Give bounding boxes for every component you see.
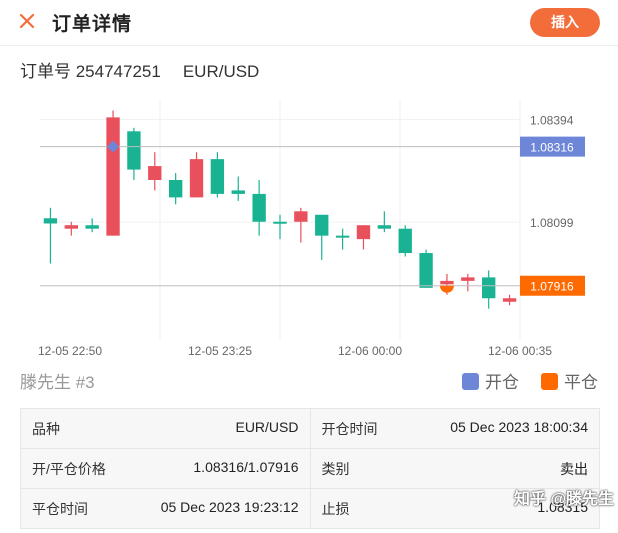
order-symbol: EUR/USD <box>182 62 260 81</box>
candle-body <box>189 159 204 198</box>
detail-value: EUR/USD <box>235 418 299 435</box>
candle-body <box>64 225 78 229</box>
candle-body <box>335 235 350 238</box>
candle-body <box>273 221 287 224</box>
watermark: 知乎 @滕先生 <box>514 491 615 508</box>
candle-body <box>168 180 183 198</box>
candle-body <box>231 190 245 194</box>
close-price-label: 1.07916 <box>530 280 574 294</box>
table-row: 开/平仓价格 1.08316/1.07916 类别 卖出 <box>20 448 600 489</box>
detail-cell: 开仓时间 05 Dec 2023 18:00:34 <box>309 408 600 449</box>
detail-cell: 开/平仓价格 1.08316/1.07916 <box>20 448 311 489</box>
page-title: 订单详情 <box>52 14 133 35</box>
legend-close-label: 平仓 <box>564 373 598 392</box>
x-tick-label: 12-06 00:35 <box>488 344 552 358</box>
close-icon[interactable] <box>14 8 40 34</box>
detail-value: 05 Dec 2023 18:00:34 <box>450 418 588 435</box>
candle-body <box>106 117 120 236</box>
candle-body <box>377 225 392 229</box>
candle-body <box>502 298 517 302</box>
header-bar: 订单详情 插入 <box>0 0 618 46</box>
detail-cell: 平仓时间 05 Dec 2023 19:23:12 <box>20 488 311 529</box>
legend-row: 滕先生 #3 开仓 平仓 <box>0 366 618 392</box>
x-tick-label: 12-06 00:00 <box>338 344 402 358</box>
candle-body <box>419 253 433 288</box>
open-price-label: 1.08316 <box>530 141 574 155</box>
candle-body <box>43 218 58 224</box>
candlestick-chart: 1.08394 1.08099 1.08316 1.07916 12-05 22:50 1… <box>38 100 585 358</box>
order-details-table: 品种 EUR/USD 开仓时间 05 Dec 2023 18:00:34 开/平仓价… <box>20 408 600 529</box>
detail-key: 品种 <box>32 420 60 437</box>
order-info: 订单号 254747251 EUR/USD <box>20 57 259 82</box>
y-tick-label: 1.08099 <box>530 216 574 230</box>
table-row: 品种 EUR/USD 开仓时间 05 Dec 2023 18:00:34 <box>20 408 600 449</box>
detail-key: 平仓时间 <box>32 500 88 517</box>
detail-key: 类别 <box>321 460 350 477</box>
detail-cell: 品种 EUR/USD <box>20 408 311 449</box>
order-number: 订单号 254747251 <box>20 62 161 81</box>
x-tick-label: 12-05 22:50 <box>38 344 102 358</box>
detail-key: 止损 <box>321 500 350 517</box>
legend-close-swatch <box>541 373 558 390</box>
candle-body <box>461 277 475 281</box>
candle-body <box>210 159 225 194</box>
candle-body <box>482 277 496 299</box>
candle-body <box>356 225 371 240</box>
candle-body <box>398 228 412 254</box>
legend-open: 开仓 <box>462 368 519 393</box>
candle-body <box>294 211 308 222</box>
y-tick-label: 1.08394 <box>530 113 574 127</box>
candle-body <box>148 166 162 180</box>
candle-body <box>85 225 99 229</box>
legend-open-swatch <box>462 373 479 390</box>
legend-open-label: 开仓 <box>485 373 519 392</box>
legend-close: 平仓 <box>541 368 598 393</box>
candle-body <box>440 280 454 285</box>
candle-body <box>315 214 329 236</box>
x-tick-label: 12-05 23:25 <box>188 344 252 358</box>
detail-value: 05 Dec 2023 19:23:12 <box>160 498 299 515</box>
candle-body <box>252 193 266 222</box>
candle-body <box>127 131 141 170</box>
detail-value: 卖出 <box>560 460 588 477</box>
detail-cell: 类别 卖出 <box>309 448 600 489</box>
detail-value: 1.08316/1.07916 <box>193 458 299 475</box>
detail-key: 开仓时间 <box>321 420 378 437</box>
detail-key: 开/平仓价格 <box>32 460 106 477</box>
insert-button[interactable]: 插入 <box>530 8 600 37</box>
close-marker <box>439 285 454 293</box>
table-row: 平仓时间 05 Dec 2023 19:23:12 止损 1.08315 <box>20 488 600 529</box>
trader-label: 滕先生 #3 <box>20 373 95 392</box>
